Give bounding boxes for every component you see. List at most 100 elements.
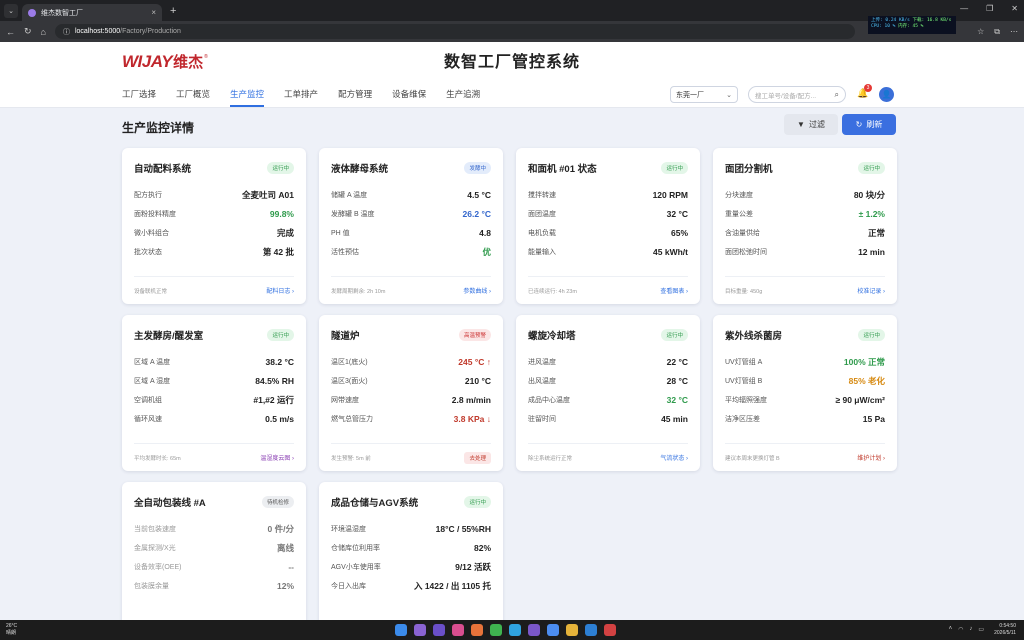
metric-label: 面团温度 — [528, 210, 556, 218]
metric-label: 当前包装速度 — [134, 525, 176, 533]
nav-item-2[interactable]: 生产监控 — [230, 88, 265, 107]
back-icon[interactable]: ← — [6, 27, 15, 37]
metric-value: 45 kWh/t — [653, 246, 688, 257]
metric-value: 28 °C — [666, 375, 688, 386]
clock[interactable]: 0:54:50 2026/5/11 — [994, 623, 1016, 637]
card-detail-link[interactable]: 温湿度云图 › — [260, 453, 294, 462]
nav-item-0[interactable]: 工厂选择 — [122, 88, 156, 107]
app-icon[interactable] — [452, 624, 464, 636]
monitor-card[interactable]: 液体酵母系统 发酵中 储罐 A 温度 4.5 °C 发酵罐 B 温度 26.2 … — [319, 148, 503, 304]
card-header: 紫外线杀菌房 运行中 — [725, 327, 885, 343]
search-placeholder: 搜工单号/设备/配方... — [755, 92, 817, 100]
extensions-icon[interactable]: ⧉ — [994, 27, 1000, 37]
app-icon[interactable] — [471, 624, 483, 636]
metric-value: 第 42 批 — [262, 246, 294, 257]
monitor-card[interactable]: 全自动包装线 #A 待机检修 当前包装速度 0 件/分 金属探测/X光 离线 设… — [122, 482, 306, 620]
filter-button[interactable]: ▼ 过滤 — [784, 114, 838, 135]
address-bar[interactable]: ⓘ localhost:5000/Factory/Production — [54, 24, 855, 39]
search-input[interactable]: 搜工单号/设备/配方... ⌕ — [748, 86, 846, 103]
monitor-card[interactable]: 紫外线杀菌房 运行中 UV灯管组 A 100% 正常 UV灯管组 B 85% 老… — [713, 315, 897, 471]
nav-item-5[interactable]: 设备维保 — [392, 88, 426, 107]
monitor-card[interactable]: 成品仓储与AGV系统 运行中 环境温湿度 18°C / 55%RH 仓储库位利用… — [319, 482, 503, 620]
search-icon[interactable]: ⌕ — [835, 90, 839, 100]
card-header: 和面机 #01 状态 运行中 — [528, 160, 688, 176]
perf-cpu: CPU: 10 % — [871, 24, 896, 29]
metric-value: 120 RPM — [652, 189, 688, 200]
app-icon[interactable] — [604, 624, 616, 636]
nav-item-4[interactable]: 配方管理 — [338, 88, 372, 107]
battery-icon[interactable]: ▭ — [978, 626, 984, 633]
metric-value: -- — [288, 561, 294, 572]
handle-alert-button[interactable]: 去处理 — [464, 451, 491, 464]
monitor-card[interactable]: 主发酵房/醒发室 运行中 区域 A 温度 38.2 °C 区域 A 湿度 84.… — [122, 315, 306, 471]
card-title: 和面机 #01 状态 — [528, 164, 597, 175]
card-footer: 已连续运行: 4h 23m 查看图表 › — [528, 276, 688, 304]
card-detail-link[interactable]: 校准记录 › — [857, 286, 885, 295]
clock-time: 0:54:50 — [999, 623, 1016, 629]
metric-label: UV灯管组 B — [725, 377, 763, 385]
card-detail-link[interactable]: 配料日志 › — [266, 286, 294, 295]
nav-item-3[interactable]: 工单排产 — [284, 88, 318, 107]
metric-row: 配方执行 全麦吐司 A01 — [134, 185, 294, 204]
browser-tab[interactable]: 维杰数智工厂 × — [22, 4, 162, 21]
card-detail-link[interactable]: 参数曲线 › — [463, 286, 491, 295]
metric-value: 4.8 — [479, 227, 491, 238]
app-icon[interactable] — [509, 624, 521, 636]
monitor-card[interactable]: 和面机 #01 状态 运行中 搅拌转速 120 RPM 面团温度 32 °C 电… — [516, 148, 700, 304]
monitor-card[interactable]: 螺旋冷却塔 运行中 进风温度 22 °C 出风温度 28 °C 成品中心温度 3… — [516, 315, 700, 471]
minimize-icon[interactable]: — — [960, 4, 968, 13]
monitor-card[interactable]: 隧道炉 高温预警 温区1(底火) 245 °C ↑ 温区3(面火) 210 °C… — [319, 315, 503, 471]
card-link-label: 维护计划 — [857, 456, 882, 462]
weather-widget[interactable]: 26°C 晴朗 — [6, 623, 17, 637]
favicon-icon — [28, 8, 36, 17]
notification-badge: 3 — [864, 84, 872, 92]
metric-label: 金属探测/X光 — [134, 544, 176, 552]
star-icon[interactable]: ☆ — [977, 27, 984, 37]
card-title: 液体酵母系统 — [331, 164, 389, 175]
metric-value: 入 1422 / 出 1105 托 — [413, 580, 491, 591]
folder-icon[interactable] — [566, 624, 578, 636]
app-icon[interactable] — [433, 624, 445, 636]
metric-row: 包装膜余量 12% — [134, 576, 294, 595]
home-icon[interactable]: ⌂ — [41, 27, 46, 37]
metric-value: 32 °C — [666, 394, 688, 405]
card-link-label: 气流状态 — [660, 456, 685, 462]
window-controls: — ❐ ✕ — [960, 4, 1018, 13]
nav-item-6[interactable]: 生产追溯 — [446, 88, 480, 107]
more-icon[interactable]: ⋯ — [1010, 27, 1018, 37]
close-window-icon[interactable]: ✕ — [1011, 4, 1018, 13]
factory-select-value: 东莞一厂 — [676, 91, 704, 99]
card-detail-link[interactable]: 气流状态 › — [660, 453, 688, 462]
avatar[interactable]: 👤 — [879, 87, 894, 102]
tab-menu-button[interactable]: ⌄ — [4, 3, 18, 18]
card-header: 自动配料系统 运行中 — [134, 160, 294, 176]
app-icon[interactable] — [414, 624, 426, 636]
app-icon[interactable] — [585, 624, 597, 636]
section-title: 生产监控详情 — [122, 121, 195, 135]
close-tab-icon[interactable]: × — [151, 8, 156, 17]
start-icon[interactable] — [395, 624, 407, 636]
maximize-icon[interactable]: ❐ — [986, 4, 993, 13]
weather-temp: 26°C — [6, 623, 18, 629]
card-detail-link[interactable]: 查看图表 › — [660, 286, 688, 295]
nav-item-1[interactable]: 工厂概览 — [176, 88, 210, 107]
reload-icon[interactable]: ↻ — [24, 26, 32, 37]
card-detail-link[interactable]: 维护计划 › — [857, 453, 885, 462]
url-path: /Factory/Production — [120, 28, 181, 35]
app-icon[interactable] — [528, 624, 540, 636]
monitor-card[interactable]: 自动配料系统 运行中 配方执行 全麦吐司 A01 面粉投料精度 99.8% 微小… — [122, 148, 306, 304]
app-icon[interactable] — [547, 624, 559, 636]
refresh-button[interactable]: ↻ 刷新 — [842, 114, 896, 135]
factory-select[interactable]: 东莞一厂 ⌄ — [670, 86, 738, 103]
site-info-icon[interactable]: ⓘ — [63, 27, 70, 37]
app-icon[interactable] — [490, 624, 502, 636]
wifi-icon[interactable]: ◠ — [958, 626, 963, 633]
metric-label: 微小料组合 — [134, 229, 169, 237]
status-badge: 运行中 — [858, 162, 885, 174]
new-tab-button[interactable]: + — [170, 5, 176, 17]
volume-icon[interactable]: ♪ — [969, 626, 972, 633]
card-header: 成品仓储与AGV系统 运行中 — [331, 494, 491, 510]
chevron-up-icon[interactable]: ˄ — [949, 626, 953, 633]
monitor-card[interactable]: 面团分割机 运行中 分块速度 80 块/分 重量公差 ± 1.2% 含油量供给 … — [713, 148, 897, 304]
weather-desc: 晴朗 — [6, 630, 17, 636]
